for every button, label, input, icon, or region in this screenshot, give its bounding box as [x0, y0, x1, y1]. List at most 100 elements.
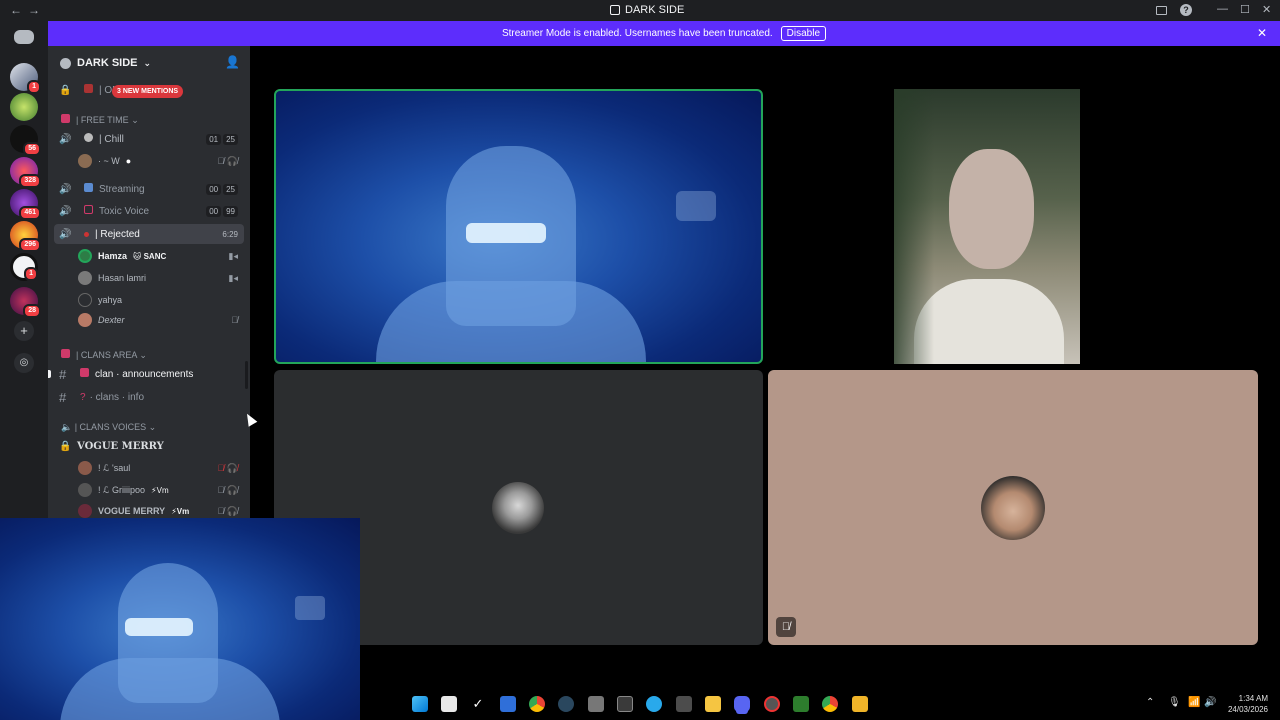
mention-badge: 1	[27, 80, 41, 94]
microphone-icon[interactable]: 🎙	[1168, 697, 1181, 708]
sunglasses	[466, 223, 546, 243]
user-name: yahya	[98, 295, 123, 305]
title-bar: ← → DARK SIDE ? — ☐ ✕	[0, 0, 1280, 21]
store-icon[interactable]	[588, 696, 604, 712]
user-count: 00	[206, 205, 222, 217]
user-limit: 99	[223, 205, 238, 217]
server-icon-2[interactable]	[10, 93, 38, 121]
discord-icon[interactable]	[734, 696, 750, 712]
video-tile-speaking[interactable]	[274, 89, 763, 364]
clock-time: 1:34 AM	[1238, 694, 1268, 703]
category-clans-area[interactable]: | CLANS AREA ⌄	[48, 345, 250, 365]
new-mentions-pill[interactable]: 3 NEW MENTIONS	[112, 85, 184, 98]
server-icon-5[interactable]: 461	[10, 189, 41, 220]
discord-logo-icon[interactable]	[14, 30, 34, 44]
voice-channel-vogue-merry[interactable]: 🔒 VOGUE MERRY	[48, 436, 250, 456]
channel-name: Streaming	[99, 184, 145, 195]
hash-icon: #	[59, 366, 67, 382]
server-icon-4[interactable]: 328	[10, 157, 41, 188]
hash-icon: #	[59, 389, 67, 405]
speaker-icon: 🔊	[59, 133, 72, 145]
voice-user[interactable]: ! ℒ Griiiipoo ⚡Vm 🎙̸ 🎧̸	[48, 480, 250, 500]
text-channel-clan-announcements[interactable]: # clan · announcements	[48, 364, 250, 384]
category-label: | FREE TIME	[76, 115, 129, 125]
voice-user[interactable]: yahya	[48, 290, 250, 310]
wifi-icon[interactable]: 📶	[1188, 697, 1200, 708]
system-clock[interactable]: 1:34 AM 24/03/2026	[1228, 693, 1268, 715]
self-camera-preview	[0, 518, 360, 720]
app-icon[interactable]	[764, 696, 780, 712]
telegram-icon[interactable]	[646, 696, 662, 712]
voice-channel-toxic[interactable]: 🔊 Toxic Voice 00 99	[48, 201, 250, 221]
minimize-button[interactable]: —	[1217, 3, 1228, 15]
mention-badge: 328	[19, 174, 41, 188]
compass-icon[interactable]: ◎	[14, 353, 34, 373]
inbox-icon[interactable]	[1156, 6, 1167, 15]
streamer-mode-banner: Streamer Mode is enabled. Usernames have…	[48, 21, 1280, 46]
app-icon[interactable]	[617, 696, 633, 712]
voice-user[interactable]: Hamza 🐱 SANC ▮◂	[48, 246, 250, 266]
help-icon[interactable]: ?	[1180, 4, 1192, 16]
back-button[interactable]: ←	[10, 3, 22, 17]
folder-icon[interactable]	[705, 696, 721, 712]
user-avatar	[492, 482, 544, 534]
server-icon-1[interactable]: 1	[10, 63, 41, 94]
rockstar-icon[interactable]	[852, 696, 868, 712]
tray-chevron-icon[interactable]: ⌃	[1146, 697, 1154, 708]
mention-badge: 1	[24, 267, 38, 281]
server-icon-8[interactable]: 28	[10, 287, 41, 318]
chrome-icon[interactable]	[529, 696, 545, 712]
maximize-button[interactable]: ☐	[1240, 3, 1250, 16]
voice-channel-chill[interactable]: 🔊 | Chill 01 25	[48, 129, 250, 149]
voice-channel-streaming[interactable]: 🔊 Streaming 00 25	[48, 179, 250, 199]
voice-user[interactable]: Dexter 🎙̸	[48, 310, 250, 330]
voice-user[interactable]: VOGUE MERRY ⚡Vm 🎙̸ 🎧̸	[48, 501, 250, 518]
muted-icon: 🎙̸	[231, 315, 238, 325]
steam-icon[interactable]	[558, 696, 574, 712]
mention-badge: 461	[19, 206, 41, 220]
add-server-button[interactable]: +	[14, 321, 34, 341]
category-label: | CLANS VOICES	[74, 421, 147, 432]
search-icon[interactable]	[441, 696, 457, 712]
voice-channel-rejected[interactable]: 🔊 | Rejected 6:29	[54, 224, 244, 244]
video-stage: 🎙̸	[250, 46, 1280, 688]
voice-user[interactable]: ! ℒ 'saul 🎙̸ 🎧̸	[48, 458, 250, 478]
video-tile-participant[interactable]	[894, 89, 1080, 364]
text-channel-clans-info[interactable]: # ? · clans · info	[48, 387, 250, 407]
start-icon[interactable]	[412, 696, 428, 712]
category-free-time[interactable]: | FREE TIME ⌄	[48, 110, 250, 130]
voice-user[interactable]: Hasan lamri ▮◂	[48, 268, 250, 288]
category-clans-voices[interactable]: 🔈 | CLANS VOICES ⌄	[48, 417, 250, 437]
chrome-icon[interactable]	[822, 696, 838, 712]
close-button[interactable]: ✕	[1262, 3, 1271, 16]
volume-icon[interactable]: 🔊	[1204, 697, 1216, 708]
server-icon-7[interactable]: 1	[10, 253, 38, 281]
video-tile-avatar[interactable]: 🎙̸	[768, 370, 1258, 645]
forward-button[interactable]: →	[28, 3, 40, 17]
guild-icon	[60, 57, 71, 69]
channel-name: · clans · info	[89, 391, 145, 403]
channel-name: | Chill	[99, 134, 124, 145]
app-icon[interactable]	[676, 696, 692, 712]
user-limit: 25	[223, 183, 238, 195]
guild-header[interactable]: DARK SIDE ⌄ 👤	[48, 46, 250, 80]
muted-deafened-icon: 🎙̸ 🎧̸	[217, 505, 238, 516]
app-icon[interactable]	[793, 696, 809, 712]
channel-name: Toxic Voice	[99, 206, 150, 217]
muted-deafened-icon: 🎙̸ 🎧̸	[217, 155, 238, 166]
user-name: ! ℒ Griiiipoo	[98, 484, 145, 495]
close-banner-icon[interactable]: ✕	[1257, 26, 1267, 40]
voice-user[interactable]: · ~ W ● 🎙̸ 🎧̸	[48, 151, 250, 171]
clock-date: 24/03/2026	[1227, 705, 1268, 714]
sidebar-scrollbar[interactable]	[245, 361, 248, 389]
disable-button[interactable]: Disable	[780, 26, 827, 41]
channel-name: clan · announcements	[95, 369, 194, 380]
checkmark-app-icon[interactable]: ✓	[470, 696, 486, 712]
server-icon-6[interactable]: 296	[10, 221, 41, 252]
add-person-icon[interactable]: 👤	[225, 55, 240, 69]
app-icon[interactable]	[500, 696, 516, 712]
guild-name: DARK SIDE	[77, 57, 138, 69]
server-icon-3[interactable]: 56	[10, 125, 41, 156]
user-name: ! ℒ 'saul	[98, 462, 131, 473]
mention-badge: 28	[23, 304, 41, 318]
